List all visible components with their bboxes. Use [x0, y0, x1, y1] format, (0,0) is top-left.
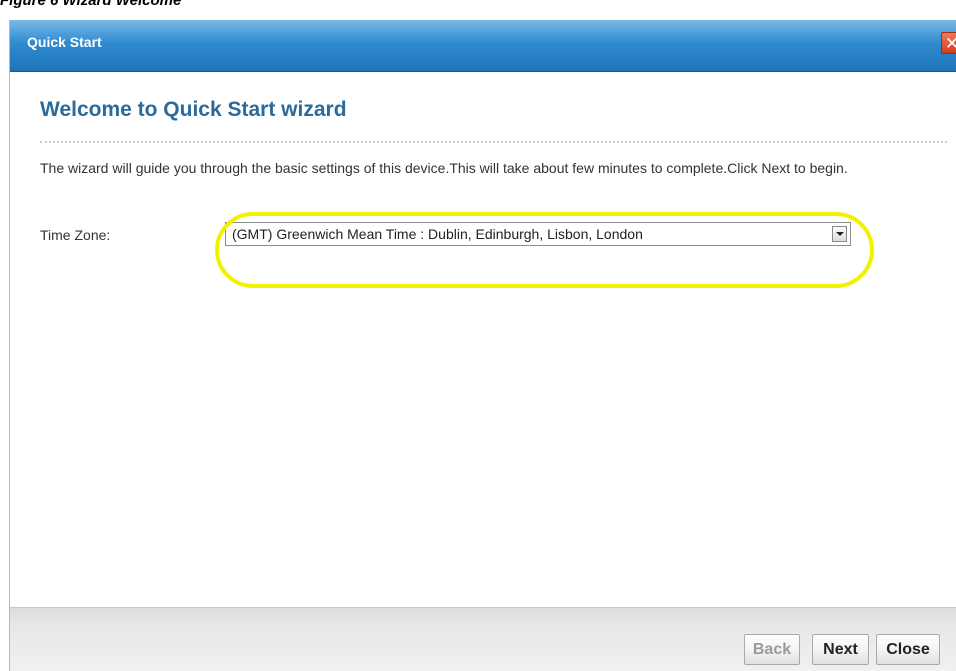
time-zone-select[interactable]: (GMT) Greenwich Mean Time : Dublin, Edin… — [225, 222, 851, 246]
time-zone-label: Time Zone: — [40, 227, 111, 243]
next-button[interactable]: Next — [812, 634, 869, 665]
dialog-footer: Back Next Close — [10, 607, 956, 671]
quick-start-dialog: Quick Start ✕ Welcome to Quick Start wiz… — [9, 20, 956, 671]
close-icon[interactable]: ✕ — [941, 32, 956, 54]
back-button[interactable]: Back — [744, 634, 800, 665]
dialog-title: Quick Start — [27, 34, 102, 50]
dialog-content: Welcome to Quick Start wizard The wizard… — [10, 72, 956, 607]
intro-text: The wizard will guide you through the ba… — [40, 160, 848, 176]
wizard-title: Welcome to Quick Start wizard — [40, 98, 347, 121]
close-button[interactable]: Close — [876, 634, 940, 665]
figure-caption: Figure 6 Wizard Welcome — [0, 0, 182, 9]
chevron-down-icon[interactable] — [832, 226, 847, 242]
time-zone-selected-value: (GMT) Greenwich Mean Time : Dublin, Edin… — [232, 226, 643, 242]
close-glyph: ✕ — [944, 34, 956, 53]
screen: Figure 6 Wizard Welcome Quick Start ✕ We… — [0, 0, 956, 671]
dialog-title-bar: Quick Start ✕ — [10, 20, 956, 72]
title-divider — [40, 141, 947, 143]
